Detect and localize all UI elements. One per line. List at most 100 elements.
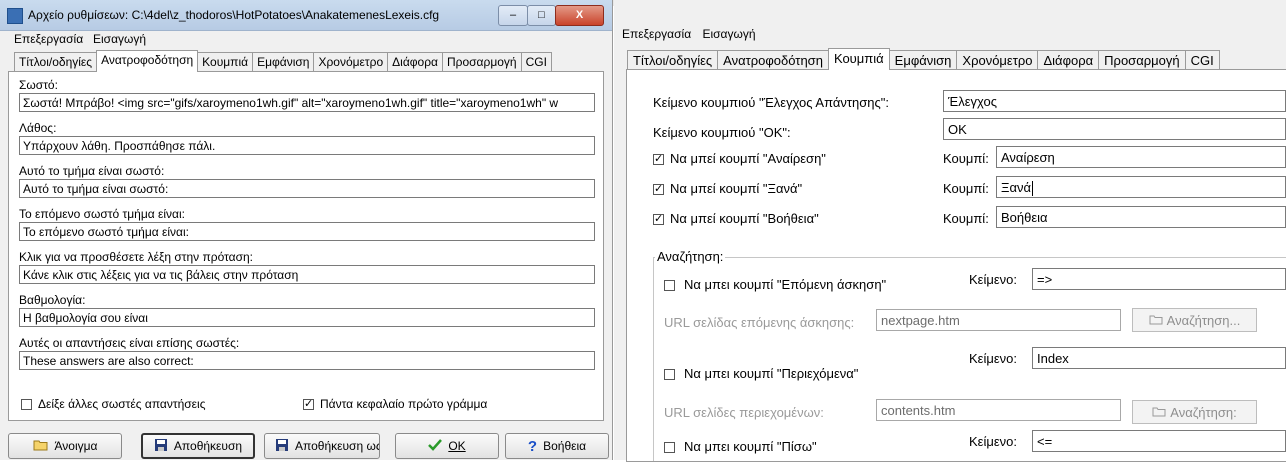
contents-label: Να μπει κουμπί "Περιεχόμενα" <box>684 366 859 381</box>
window-title: Αρχείο ρυθμίσεων: C:\4del\z_thodoros\Hot… <box>28 8 440 22</box>
undo-input[interactable]: Αναίρεση <box>996 146 1286 168</box>
tab-buttons-right[interactable]: Κουμπιά <box>827 48 890 70</box>
help-button[interactable]: ? Βοήθεια <box>505 433 609 459</box>
show-other-answers-label: Δείξε άλλες σωστές απαντήσεις <box>38 397 206 411</box>
title-bar: Αρχείο ρυθμίσεων: C:\4del\z_thodoros\Hot… <box>0 0 612 31</box>
save-as-icon <box>275 438 289 455</box>
field-score-input[interactable]: Η βαθμολογία σου είναι <box>19 308 595 327</box>
menu-edit[interactable]: Επεξεργασία <box>14 32 83 46</box>
help-input[interactable]: Βοήθεια <box>996 206 1286 228</box>
back-text-label: Κείμενο: <box>969 434 1017 449</box>
tab-feedback-right[interactable]: Ανατροφοδότηση <box>717 50 829 70</box>
field-next-segment-input[interactable]: Το επόμενο σωστό τμήμα είναι: <box>19 222 595 241</box>
contents-checkbox[interactable] <box>664 369 675 380</box>
ok-text-label: Κείμενο κουμπιού "ΟΚ": <box>653 125 791 140</box>
tab-feedback[interactable]: Ανατροφοδότηση <box>96 50 199 72</box>
ok-text-input[interactable]: OK <box>943 118 1286 140</box>
contents-text-input[interactable]: Index <box>1032 347 1286 369</box>
browse-next-page-label: Αναζήτηση... <box>1166 312 1241 328</box>
tab-cgi-right[interactable]: CGI <box>1184 50 1220 70</box>
field-label-segment-correct: Αυτό το τμήμα είναι σωστό: <box>19 164 165 178</box>
tab-custom[interactable]: Προσαρμογή <box>441 52 522 72</box>
save-as-button[interactable]: Αποθήκευση ως <box>264 433 380 459</box>
save-button[interactable]: Αποθήκευση <box>141 433 255 459</box>
open-button[interactable]: Άνοιγμα <box>8 433 122 459</box>
field-label-score: Βαθμολογία: <box>19 293 86 307</box>
tab-buttons[interactable]: Κουμπιά <box>197 52 254 72</box>
save-button-label: Αποθήκευση <box>173 439 243 453</box>
open-button-label: Άνοιγμα <box>54 439 98 453</box>
ok-button-label: OK <box>448 439 466 453</box>
show-other-answers-checkbox[interactable] <box>21 399 32 410</box>
field-label-click-word: Κλικ για να προσθέσετε λέξη στην πρόταση… <box>19 250 254 264</box>
again-label: Να μπεί κουμπί "Ξανά" <box>670 181 803 196</box>
tab-timer-right[interactable]: Χρονόμετρο <box>956 50 1039 70</box>
close-button[interactable]: X <box>555 5 604 26</box>
field-click-word-input[interactable]: Κάνε κλικ στις λέξεις για να τις βάλεις … <box>19 265 595 284</box>
help-button-label: Βοήθεια <box>543 439 587 453</box>
again-field-label: Κουμπί: <box>943 181 989 196</box>
check-answer-input[interactable]: Έλεγχος <box>943 90 1286 112</box>
help-field-label: Κουμπί: <box>943 211 989 226</box>
help-icon: ? <box>527 437 538 455</box>
floppy-disk-icon <box>154 438 168 455</box>
next-exercise-text-label: Κείμενο: <box>969 272 1017 287</box>
field-label-wrong: Λάθος: <box>19 121 57 135</box>
ok-button[interactable]: OK <box>395 433 499 459</box>
tab-custom-right[interactable]: Προσαρμογή <box>1098 50 1186 70</box>
field-also-correct-input[interactable]: These answers are also correct: <box>19 351 595 370</box>
field-label-next-segment: Το επόμενο σωστό τμήμα είναι: <box>19 207 185 221</box>
text-caret <box>1031 181 1033 197</box>
next-exercise-text-input[interactable]: => <box>1032 268 1286 290</box>
tab-other-right[interactable]: Διάφορα <box>1037 50 1100 70</box>
tab-strip: Τίτλοι/οδηγίες Ανατροφοδότηση Κουμπιά Εμ… <box>14 50 552 72</box>
folder-icon <box>1152 405 1166 420</box>
checkmark-icon <box>428 438 443 454</box>
menu-bar-right: Επεξεργασία Εισαγωγή <box>622 27 756 41</box>
minimize-button[interactable]: – <box>498 5 528 26</box>
check-answer-label: Κείμενο κουμπιού "Έλεγχος Απάντησης": <box>653 95 890 110</box>
browse-contents-button[interactable]: Αναζήτηση: <box>1132 400 1257 424</box>
save-as-button-label: Αποθήκευση ως <box>295 439 380 453</box>
next-exercise-label: Να μπει κουμπί "Επόμενη άσκηση" <box>684 277 887 292</box>
contents-url-label: URL σελίδες περιεχομένων: <box>664 405 824 420</box>
back-text-input[interactable]: <= <box>1032 430 1286 452</box>
tab-titles[interactable]: Τίτλοι/οδηγίες <box>14 52 98 72</box>
maximize-button[interactable]: □ <box>527 5 556 26</box>
undo-checkbox[interactable]: ✓ <box>653 154 664 165</box>
again-checkbox[interactable]: ✓ <box>653 184 664 195</box>
next-page-url-label: URL σελίδας επόμενης άσκησης: <box>664 315 855 330</box>
menu-edit-right[interactable]: Επεξεργασία <box>622 27 691 41</box>
config-window-left: Αρχείο ρυθμίσεων: C:\4del\z_thodoros\Hot… <box>0 0 613 460</box>
field-wrong-input[interactable]: Υπάρχουν λάθη. Προσπάθησε πάλι. <box>19 136 595 155</box>
menu-bar: Επεξεργασία Εισαγωγή <box>0 32 612 50</box>
feedback-panel: Σωστό: Σωστά! Μπράβο! <img src="gifs/xar… <box>8 71 604 421</box>
browse-next-page-button[interactable]: Αναζήτηση... <box>1132 308 1257 332</box>
again-input-value: Ξανά <box>1001 180 1031 195</box>
tab-appearance-right[interactable]: Εμφάνιση <box>888 50 958 70</box>
tab-appearance[interactable]: Εμφάνιση <box>252 52 315 72</box>
tab-timer[interactable]: Χρονόμετρο <box>313 52 389 72</box>
folder-icon <box>1149 313 1163 328</box>
back-checkbox[interactable] <box>664 442 675 453</box>
next-page-url-input[interactable]: nextpage.htm <box>876 309 1121 331</box>
contents-url-input[interactable]: contents.htm <box>876 399 1121 421</box>
again-input[interactable]: Ξανά <box>996 176 1286 198</box>
field-segment-correct-input[interactable]: Αυτό το τμήμα είναι σωστό: <box>19 179 595 198</box>
menu-insert[interactable]: Εισαγωγή <box>93 32 146 46</box>
tab-titles-right[interactable]: Τίτλοι/οδηγίες <box>627 50 719 70</box>
tab-cgi[interactable]: CGI <box>520 52 552 72</box>
help-checkbox[interactable]: ✓ <box>653 214 664 225</box>
help-label-right: Να μπεί κουμπί "Βοήθεια" <box>670 211 819 226</box>
browse-contents-label: Αναζήτηση: <box>1170 404 1237 420</box>
next-exercise-checkbox[interactable] <box>664 280 675 291</box>
app-icon <box>7 8 23 24</box>
field-correct-input[interactable]: Σωστά! Μπράβο! <img src="gifs/xaroymeno1… <box>19 93 595 112</box>
capitalize-first-checkbox[interactable]: ✓ <box>303 399 314 410</box>
capitalize-first-label: Πάντα κεφαλαίο πρώτο γράμμα <box>320 397 488 411</box>
tab-strip-right: Τίτλοι/οδηγίες Ανατροφοδότηση Κουμπιά Εμ… <box>627 48 1220 70</box>
field-label-also-correct: Αυτές οι απαντήσεις είναι επίσης σωστές: <box>19 336 240 350</box>
menu-insert-right[interactable]: Εισαγωγή <box>702 27 755 41</box>
open-folder-icon <box>33 439 49 454</box>
tab-other[interactable]: Διάφορα <box>387 52 443 72</box>
